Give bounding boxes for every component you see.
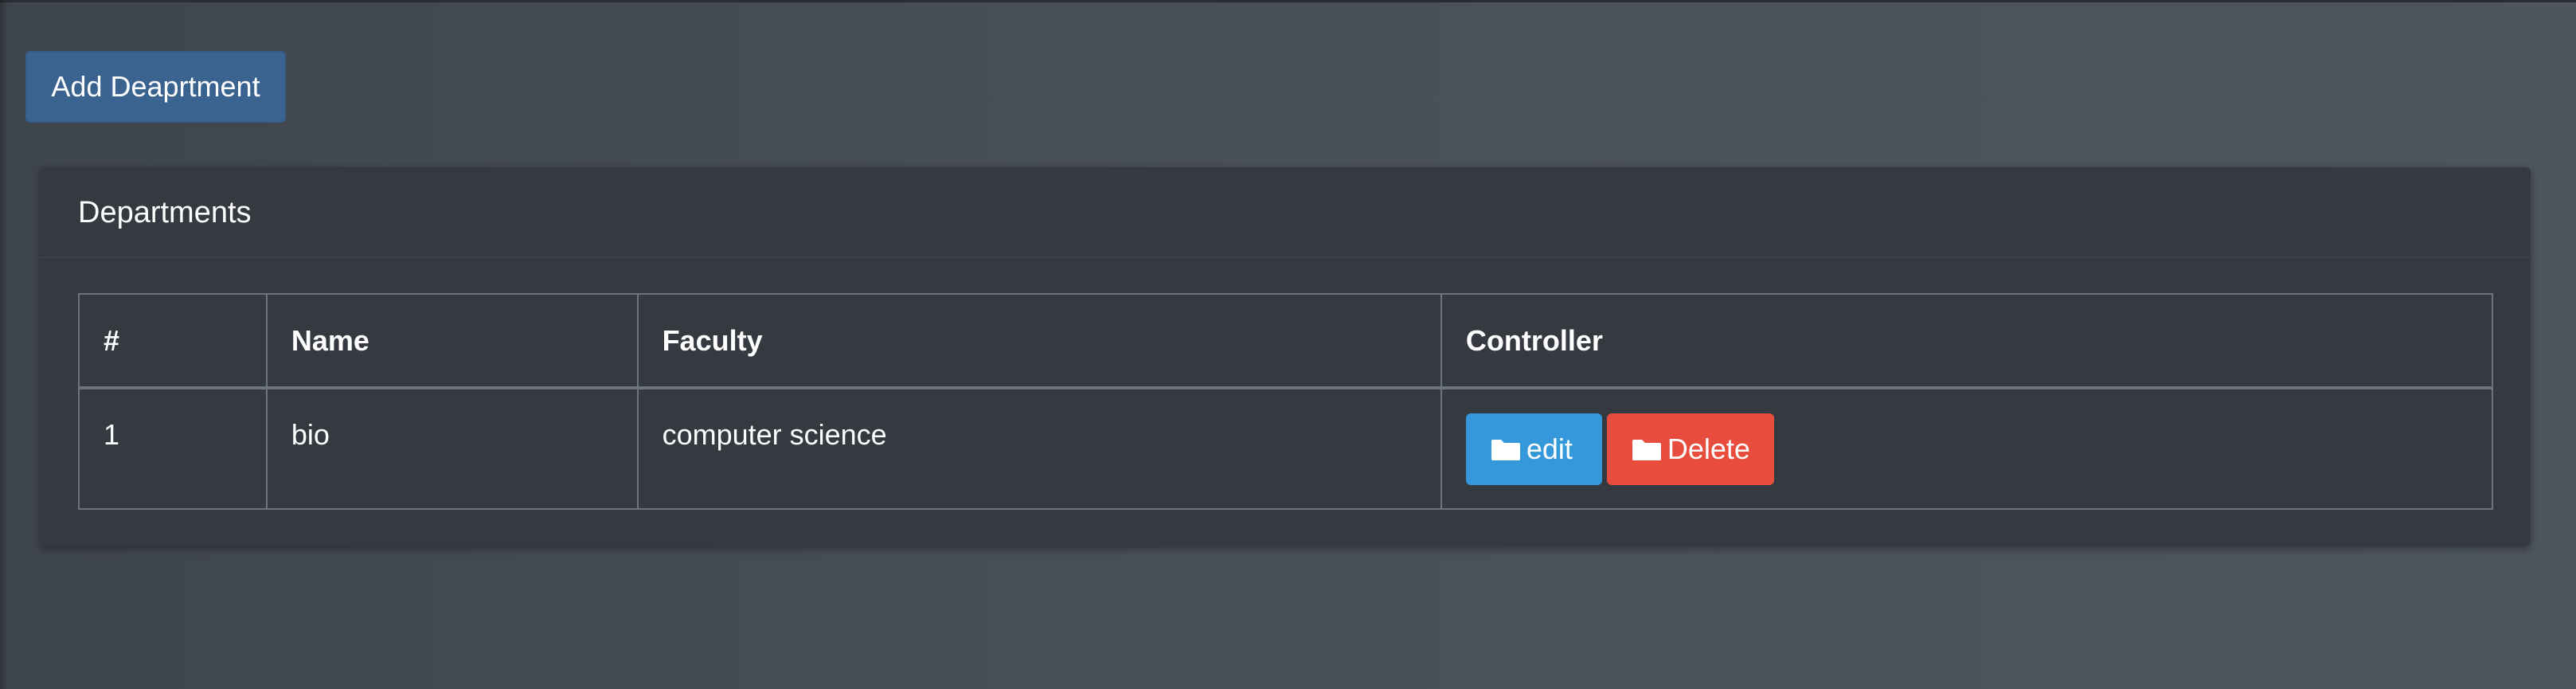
- cell-number: 1: [78, 387, 268, 510]
- cell-faculty: computer science: [636, 387, 1442, 510]
- add-department-button[interactable]: Add Deaprtment: [25, 51, 286, 123]
- departments-table-wrapper: # Name Faculty Controller 1 bio computer…: [78, 293, 2494, 510]
- departments-card: Departments # Name Faculty Controller 1: [40, 167, 2531, 546]
- delete-label: Delete: [1667, 432, 1750, 465]
- column-header-name: Name: [265, 293, 639, 390]
- column-header-controller: Controller: [1440, 293, 2494, 390]
- edit-button[interactable]: edit: [1465, 413, 1602, 485]
- table-row: 1 bio computer science edit Delete: [78, 387, 2494, 510]
- card-header: Departments: [40, 167, 2531, 258]
- departments-table: # Name Faculty Controller 1 bio computer…: [78, 293, 2494, 510]
- sidebar-edge: [0, 0, 8, 689]
- folder-icon: [1631, 436, 1663, 460]
- edit-label: edit: [1526, 432, 1573, 465]
- column-header-faculty: Faculty: [636, 293, 1442, 390]
- cell-controller: edit Delete: [1440, 387, 2494, 510]
- column-header-number: #: [78, 293, 268, 390]
- card-title: Departments: [78, 196, 252, 229]
- folder-icon: [1490, 436, 1522, 460]
- delete-button[interactable]: Delete: [1606, 413, 1774, 485]
- cell-name: bio: [265, 387, 639, 510]
- table-header-row: # Name Faculty Controller: [78, 293, 2494, 390]
- top-border: [0, 0, 2576, 2]
